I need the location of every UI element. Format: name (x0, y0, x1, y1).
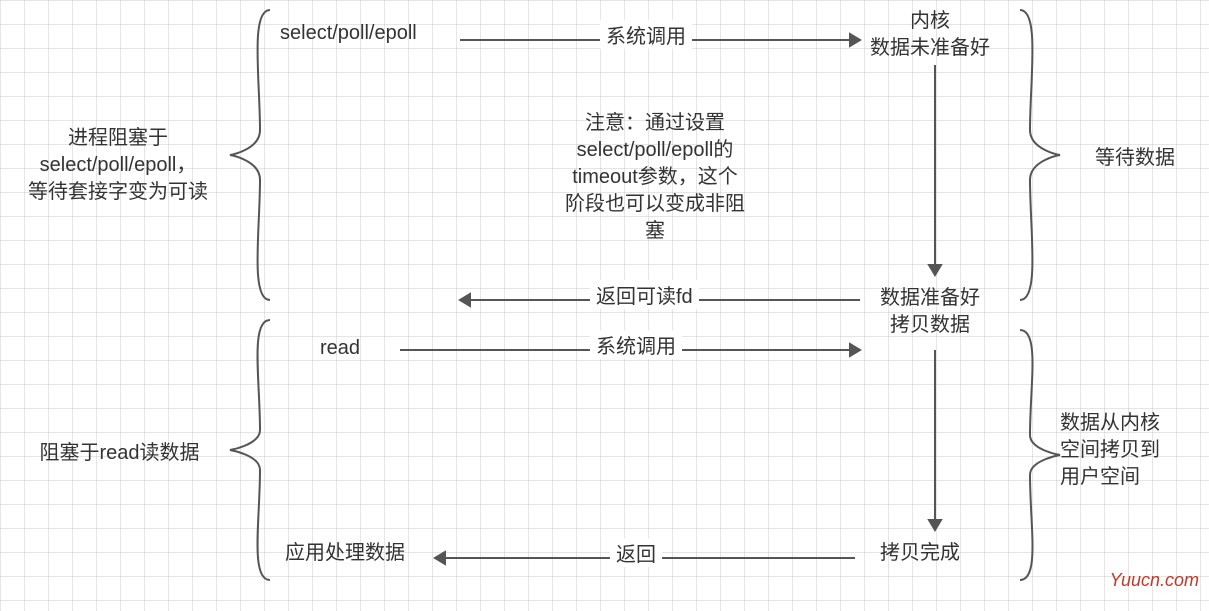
arrow-kernel-copy-icon (925, 350, 945, 530)
left-brace-2-icon (230, 320, 270, 580)
right-brace-1-icon (1020, 10, 1060, 300)
arrow-syscall-1-label: 系统调用 (600, 20, 692, 49)
left-brace-2-label: 阻塞于read读数据 (12, 440, 227, 467)
right-brace-2-icon (1020, 330, 1060, 580)
watermark: Yuucn.com (1110, 570, 1199, 591)
left-brace-1-label: 进程阻塞于 select/poll/epoll， 等待套接字变为可读 (8, 125, 228, 206)
diagram-canvas: 进程阻塞于 select/poll/epoll， 等待套接字变为可读 阻塞于re… (0, 0, 1209, 611)
right-brace-2-label: 数据从内核 空间拷贝到 用户空间 (1060, 410, 1209, 491)
col1-top: select/poll/epoll (280, 20, 417, 47)
col2-bottom: 拷贝完成 (880, 540, 960, 567)
center-note: 注意：通过设置 select/poll/epoll的 timeout参数，这个 … (530, 110, 780, 245)
col1-bottom: 应用处理数据 (285, 540, 405, 567)
arrow-kernel-wait-icon (925, 65, 945, 275)
left-brace-1-icon (230, 10, 270, 300)
arrow-returnfd-label: 返回可读fd (590, 280, 699, 309)
col2-mid: 数据准备好 拷贝数据 (880, 285, 980, 339)
arrow-return-label: 返回 (610, 538, 662, 567)
col2-top: 内核 数据未准备好 (870, 8, 990, 62)
arrow-syscall-2-label: 系统调用 (590, 330, 682, 359)
right-brace-1-label: 等待数据 (1065, 145, 1205, 172)
col1-mid: read (320, 335, 360, 362)
